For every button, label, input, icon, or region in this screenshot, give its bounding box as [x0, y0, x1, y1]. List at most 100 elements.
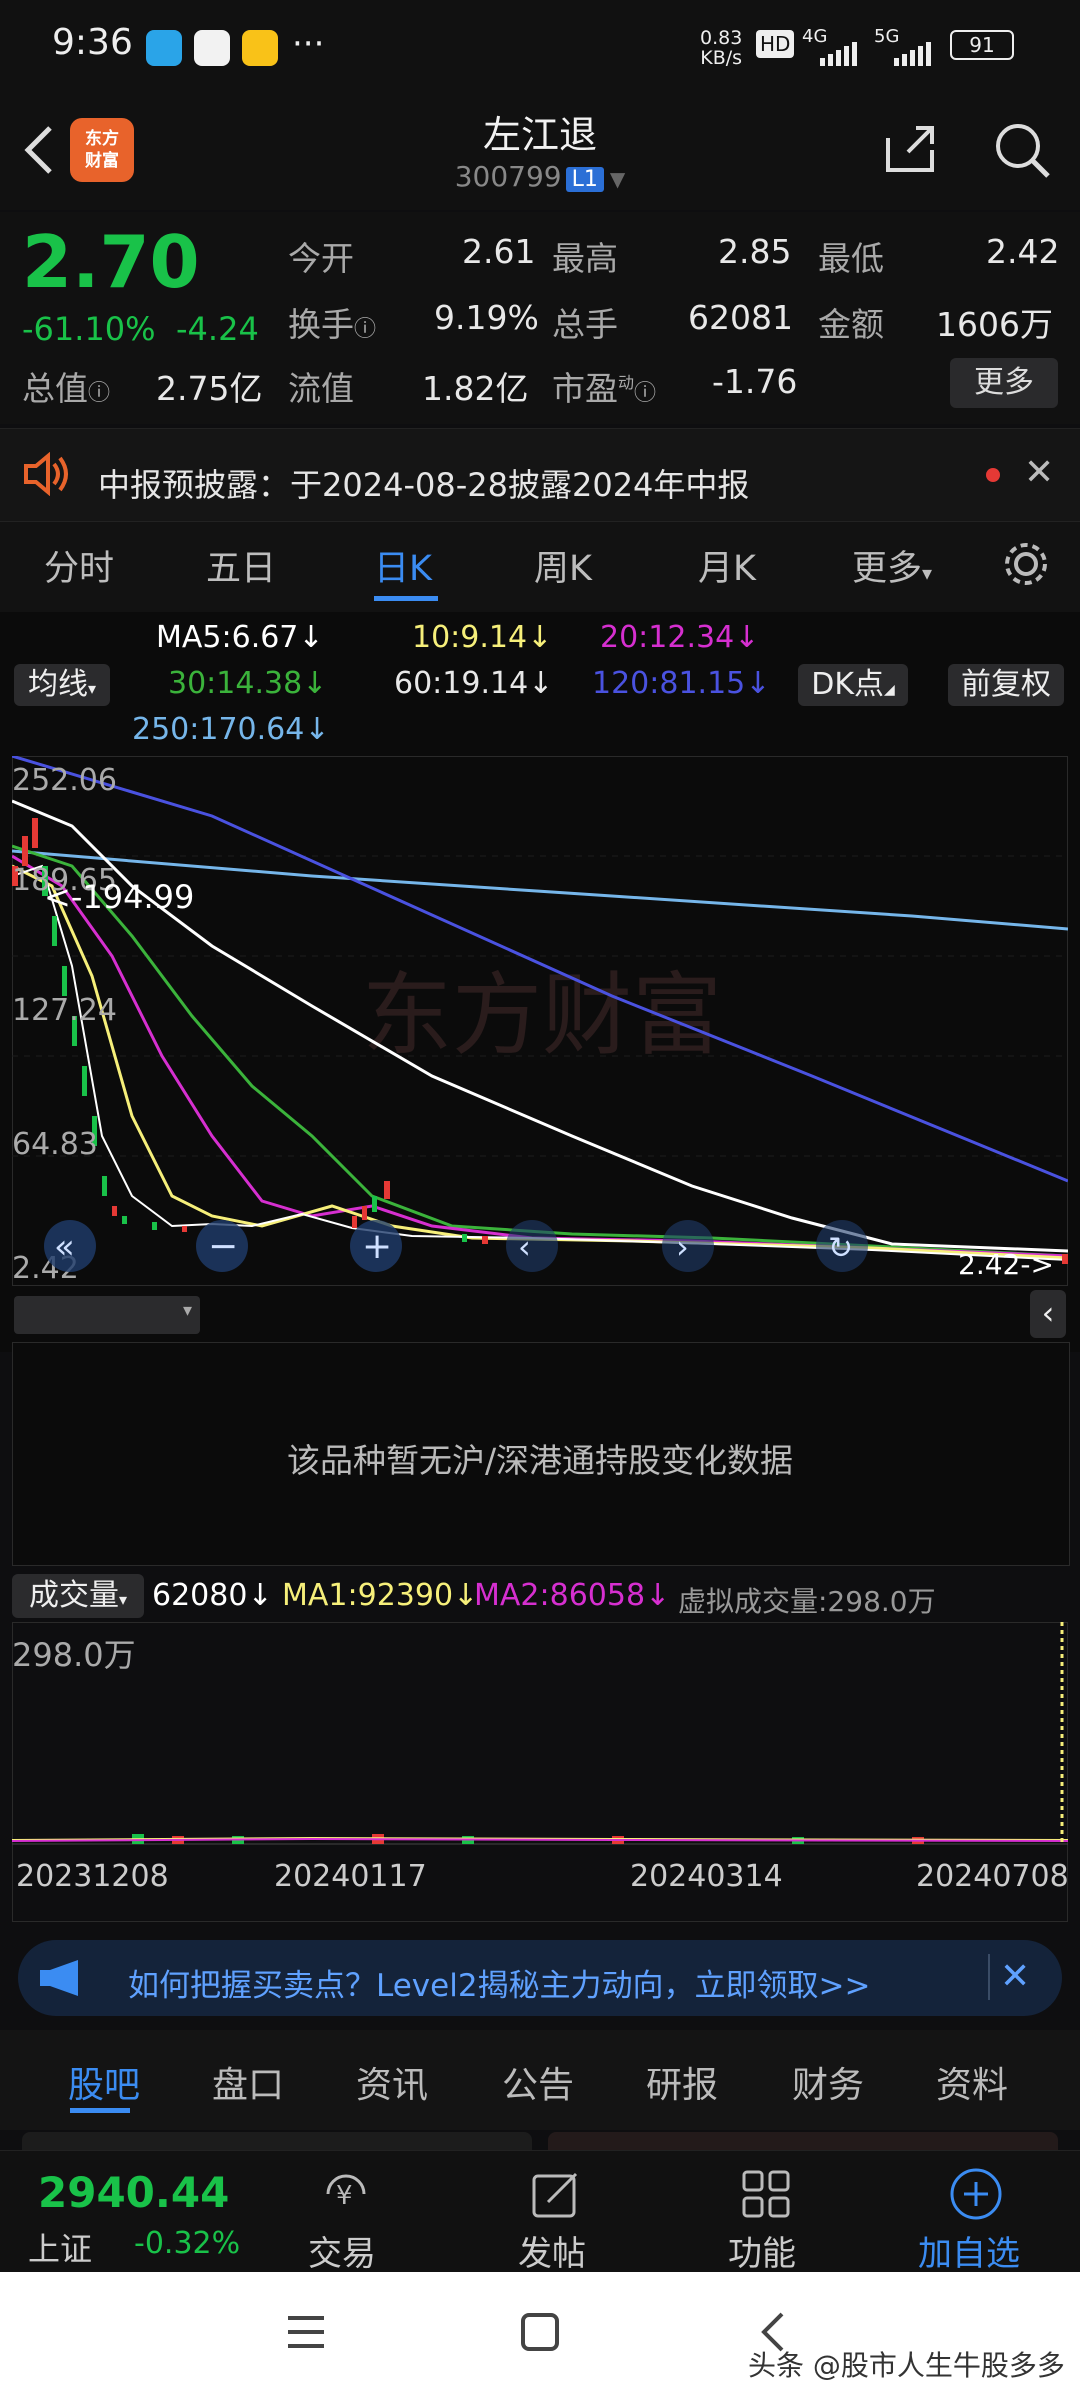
net-speed: 0.83 KB/s: [700, 27, 743, 69]
active-tab-indicator: [374, 596, 438, 601]
caret-down-icon: ▾: [87, 679, 97, 698]
tab-news[interactable]: 资讯: [356, 2056, 428, 2108]
turnover-label: 换手ⓘ: [288, 305, 377, 344]
tab-more[interactable]: 更多▾: [852, 540, 932, 591]
svg-text:‹: ‹: [518, 1228, 531, 1266]
menu-icon[interactable]: [286, 2312, 326, 2356]
index-change: -0.32%: [134, 2226, 241, 2261]
grid-icon: [738, 2166, 794, 2226]
ma5-legend: MA5:6.67↓: [156, 620, 324, 655]
notice-text: 中报预披露：于2024-08-28披露2024年中报: [98, 466, 750, 504]
volume-chart[interactable]: 298.0万 20231208 20240117 20240314 202407…: [12, 1622, 1068, 1922]
more-button[interactable]: 更多: [950, 358, 1058, 408]
chart-watermark: 东方财富: [362, 963, 722, 1068]
tab-daily-k[interactable]: 日K: [374, 540, 432, 591]
card-preview-right: [548, 2132, 1058, 2152]
caret-down-icon: ▾: [182, 1300, 192, 1321]
tab-guba[interactable]: 股吧: [68, 2056, 140, 2108]
zoom-in-icon[interactable]: +: [350, 1220, 402, 1272]
tab-monthly-k[interactable]: 月K: [698, 540, 756, 591]
tab-finance[interactable]: 财务: [792, 2056, 864, 2108]
tab-minute[interactable]: 分时: [44, 540, 114, 591]
float-value: 1.82亿: [422, 369, 529, 408]
close-icon[interactable]: ✕: [1024, 452, 1054, 493]
toolbar-add-watchlist[interactable]: 加自选: [918, 2226, 1020, 2275]
more-notifications-icon: ···: [292, 24, 325, 64]
amount-label: 金额: [818, 305, 884, 344]
share-icon[interactable]: [880, 118, 940, 182]
volume-indicator-select[interactable]: 成交量▾: [12, 1574, 144, 1618]
level-badge: L1: [565, 167, 604, 192]
svg-text:«: «: [54, 1227, 75, 1267]
ma120-legend: 120:81.15↓: [592, 666, 771, 701]
volume-value: 62081: [688, 298, 793, 337]
add-icon: [948, 2166, 1004, 2226]
telegram-icon: [146, 30, 182, 66]
tab-pankou[interactable]: 盘口: [212, 2056, 284, 2108]
hk-connect-message: 该品种暂无沪/深港通持股变化数据: [286, 1441, 794, 1480]
tab-weekly-k[interactable]: 周K: [534, 540, 592, 591]
speaker-icon: [22, 451, 70, 500]
active-content-tab-indicator: [70, 2108, 130, 2113]
promo-close-icon[interactable]: ✕: [1000, 1956, 1030, 1997]
date-label-2: 20240117: [274, 1859, 427, 1894]
footer-watermark: 头条 @股市人生牛股多多: [748, 2349, 1065, 2382]
settings-icon[interactable]: [1002, 540, 1050, 592]
virtual-volume: 虚拟成交量:298.0万: [678, 1585, 936, 1618]
status-time: 9:36: [52, 22, 133, 63]
index-value[interactable]: 2940.44: [38, 2168, 229, 2217]
collapse-panel-icon[interactable]: ‹: [1030, 1290, 1066, 1338]
mktcap-label: 总值ⓘ: [22, 369, 111, 408]
reset-icon[interactable]: ↻: [816, 1220, 868, 1272]
last-price: 2.70: [22, 220, 200, 304]
index-name: 上证: [28, 2230, 93, 2268]
amount-value: 1606万: [936, 305, 1053, 344]
status-bar: 9:36 ··· 0.83 KB/s HD 4G 5G 91: [0, 0, 1080, 100]
indicator-select[interactable]: 均线▾: [14, 664, 110, 706]
step-right-icon[interactable]: ›: [662, 1220, 714, 1272]
pe-value: -1.76: [712, 362, 798, 401]
high-label: 最高: [552, 239, 618, 278]
max-price-marker: <-194.99: [44, 878, 194, 916]
tab-announcement[interactable]: 公告: [502, 2056, 574, 2108]
unread-dot: [986, 468, 1000, 482]
open-label: 今开: [288, 239, 354, 278]
dk-point-button[interactable]: DK点◢: [798, 664, 908, 706]
caret-down-icon: ▾: [922, 561, 933, 585]
tab-profile[interactable]: 资料: [936, 2056, 1008, 2108]
y-label-1: 252.06: [12, 763, 117, 798]
toolbar-post[interactable]: 发帖: [518, 2226, 586, 2275]
date-label-4: 20240708: [916, 1859, 1068, 1894]
toolbar-functions[interactable]: 功能: [728, 2226, 796, 2275]
weibo-icon: [242, 30, 278, 66]
vol-ma1: MA1:92390↓: [282, 1578, 479, 1613]
svg-text:−: −: [208, 1226, 238, 1267]
change-amount: -4.24: [176, 310, 259, 348]
tab-research[interactable]: 研报: [646, 2056, 718, 2108]
step-left-icon[interactable]: ‹: [506, 1220, 558, 1272]
yen-icon: ¥: [318, 2166, 374, 2226]
corner-icon: ◢: [884, 682, 895, 698]
edit-icon: [528, 2166, 584, 2226]
chevron-down-icon: ▼: [609, 167, 626, 191]
promo-text: 如何把握买卖点？Level2揭秘主力动向，立即领取>>: [128, 1968, 871, 2004]
hd-icon: HD: [756, 30, 795, 58]
open-value: 2.61: [462, 232, 536, 271]
svg-text:›: ›: [676, 1228, 689, 1266]
min-price-marker: 2.42->: [958, 1248, 1054, 1281]
adjust-button[interactable]: 前复权: [948, 664, 1064, 706]
scroll-left-icon[interactable]: «: [44, 1220, 96, 1272]
svg-text:¥: ¥: [336, 2181, 353, 2211]
svg-text:↻: ↻: [828, 1231, 853, 1266]
toolbar-trade[interactable]: 交易: [308, 2226, 376, 2275]
indicator-select-blurred[interactable]: ▾: [14, 1296, 200, 1334]
home-icon[interactable]: [520, 2312, 560, 2356]
search-icon[interactable]: [990, 118, 1054, 186]
kline-chart[interactable]: 东方财富 252.06 189.65 127.24 64.83 2.42 <-1…: [12, 756, 1068, 1286]
zoom-out-icon[interactable]: −: [196, 1220, 248, 1272]
caret-down-icon: ▾: [118, 1590, 128, 1609]
tab-five-day[interactable]: 五日: [206, 540, 276, 591]
y-label-3: 127.24: [12, 993, 117, 1028]
svg-text:+: +: [362, 1226, 392, 1267]
volume-label: 总手: [552, 305, 618, 344]
